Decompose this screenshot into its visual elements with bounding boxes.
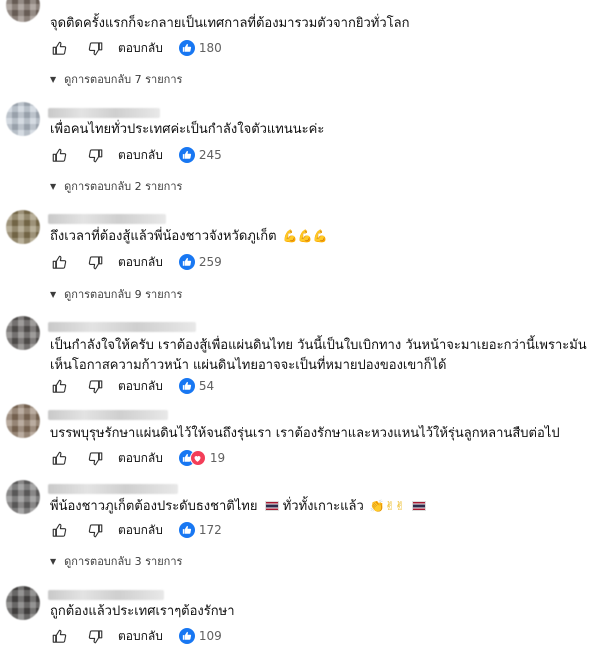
avatar[interactable]	[6, 316, 40, 350]
comment-text-line: เป็นกำลังใจให้ครับ เราต้องสู้เพื่อแผ่นดิ…	[50, 338, 587, 353]
thumbs-up-icon[interactable]	[50, 39, 68, 57]
reply-button[interactable]: ตอบกลับ	[118, 146, 163, 165]
view-replies-label: ดูการตอบกลับ 2 รายการ	[64, 180, 183, 193]
thailand-flag-icon	[264, 501, 279, 511]
view-replies-link[interactable]: ▼ ดูการตอบกลับ 3 รายการ	[50, 553, 182, 569]
comment-text: เป็นกำลังใจให้ครับ เราต้องสู้เพื่อแผ่นดิ…	[50, 336, 590, 376]
comment-actions: ตอบกลับ 109	[50, 626, 222, 646]
avatar[interactable]	[6, 404, 40, 438]
thumbs-down-icon[interactable]	[86, 521, 104, 539]
comment-actions: ตอบกลับ 19	[50, 448, 225, 468]
like-reaction-icon	[178, 254, 195, 270]
like-reaction-icon	[178, 522, 195, 538]
avatar[interactable]	[6, 586, 40, 620]
comment-text-body: ทั่วทั้งเกาะแล้ว	[282, 499, 368, 514]
thumbs-down-icon[interactable]	[86, 449, 104, 467]
avatar[interactable]	[6, 210, 40, 244]
comment-text: ถูกต้องแล้วประเทศเราๆต้องรักษา	[50, 604, 235, 619]
view-replies-link[interactable]: ▼ ดูการตอบกลับ 2 รายการ	[50, 178, 182, 194]
thumbs-down-icon[interactable]	[86, 253, 104, 271]
comment-text: จุดติดครั้งแรกก็จะกลายเป็นเทศกาลที่ต้องม…	[50, 16, 410, 31]
thumbs-down-icon[interactable]	[86, 146, 104, 164]
heart-reaction-icon	[189, 450, 206, 466]
commenter-name[interactable]	[48, 590, 164, 600]
thumbs-up-icon[interactable]	[50, 521, 68, 539]
view-replies-link[interactable]: ▼ ดูการตอบกลับ 9 รายการ	[50, 286, 182, 302]
reply-button[interactable]: ตอบกลับ	[118, 449, 163, 468]
like-reaction-icon	[178, 628, 195, 644]
chevron-down-icon: ▼	[50, 181, 57, 191]
thumbs-up-icon[interactable]	[50, 253, 68, 271]
comment-text: บรรพบุรุษรักษาแผ่นดินไว้ให้จนถึงรุ่นเรา …	[50, 426, 560, 441]
comment-actions: ตอบกลับ 259	[50, 252, 222, 272]
reaction-count[interactable]: 259	[199, 255, 222, 269]
view-replies-label: ดูการตอบกลับ 3 รายการ	[64, 555, 183, 568]
like-reaction-icon	[178, 147, 195, 163]
view-replies-label: ดูการตอบกลับ 9 รายการ	[64, 288, 183, 301]
comment-text-body: ถึงเวลาที่ต้องสู้แล้วพี่น้องชาวจังหวัดภู…	[50, 229, 277, 244]
comment-actions: ตอบกลับ 180	[50, 38, 222, 58]
avatar[interactable]	[6, 480, 40, 514]
thumbs-up-icon[interactable]	[50, 377, 68, 395]
commenter-name[interactable]	[48, 322, 196, 332]
chevron-down-icon: ▼	[50, 74, 57, 84]
reply-button[interactable]: ตอบกลับ	[118, 253, 163, 272]
comment-text-body: พี่น้องชาวภูเก็ตต้องประดับธงชาติไทย	[50, 499, 258, 514]
avatar[interactable]	[6, 0, 40, 22]
reaction-count[interactable]: 245	[199, 148, 222, 162]
thumbs-up-icon[interactable]	[50, 146, 68, 164]
chevron-down-icon: ▼	[50, 556, 57, 566]
comment-feed: จุดติดครั้งแรกก็จะกลายเป็นเทศกาลที่ต้องม…	[0, 0, 600, 651]
comment-actions: ตอบกลับ 172	[50, 520, 222, 540]
thumbs-up-icon[interactable]	[50, 627, 68, 645]
reply-button[interactable]: ตอบกลับ	[118, 377, 163, 396]
thailand-flag-icon	[412, 501, 427, 511]
reply-button[interactable]: ตอบกลับ	[118, 39, 163, 58]
comment-actions: ตอบกลับ 245	[50, 145, 222, 165]
avatar[interactable]	[6, 102, 40, 136]
reaction-count[interactable]: 54	[199, 379, 214, 393]
comment-text: ถึงเวลาที่ต้องสู้แล้วพี่น้องชาวจังหวัดภู…	[50, 226, 580, 247]
comment-text-line: เห็นโอกาสความก้าวหน้า แผ่นดินไทยอาจจะเป็…	[50, 358, 447, 373]
thumbs-down-icon[interactable]	[86, 39, 104, 57]
reaction-count[interactable]: 109	[199, 629, 222, 643]
comment-text: พี่น้องชาวภูเก็ตต้องประดับธงชาติไทย ทั่ว…	[50, 496, 580, 517]
reply-button[interactable]: ตอบกลับ	[118, 521, 163, 540]
view-replies-link[interactable]: ▼ ดูการตอบกลับ 7 รายการ	[50, 71, 182, 87]
commenter-name[interactable]	[48, 484, 178, 494]
commenter-name[interactable]	[48, 410, 168, 420]
commenter-name[interactable]	[48, 108, 160, 118]
thumbs-down-icon[interactable]	[86, 627, 104, 645]
thumbs-up-icon[interactable]	[50, 449, 68, 467]
reaction-count[interactable]: 172	[199, 523, 222, 537]
reaction-count[interactable]: 19	[210, 451, 225, 465]
clapping-hands-emoji-icon: 👏✌✌	[369, 499, 405, 513]
reaction-count[interactable]: 180	[199, 41, 222, 55]
view-replies-label: ดูการตอบกลับ 7 รายการ	[64, 73, 183, 86]
comment-text: เพื่อคนไทยทั่วประเทศค่ะเป็นกำลังใจตัวแทน…	[50, 122, 325, 137]
chevron-down-icon: ▼	[50, 289, 57, 299]
like-reaction-icon	[178, 378, 195, 394]
thumbs-down-icon[interactable]	[86, 377, 104, 395]
commenter-name[interactable]	[48, 214, 166, 224]
reply-button[interactable]: ตอบกลับ	[118, 627, 163, 646]
flexed-biceps-emoji-icon: 💪💪💪	[282, 229, 328, 243]
like-reaction-icon	[178, 40, 195, 56]
comment-actions: ตอบกลับ 54	[50, 376, 214, 396]
